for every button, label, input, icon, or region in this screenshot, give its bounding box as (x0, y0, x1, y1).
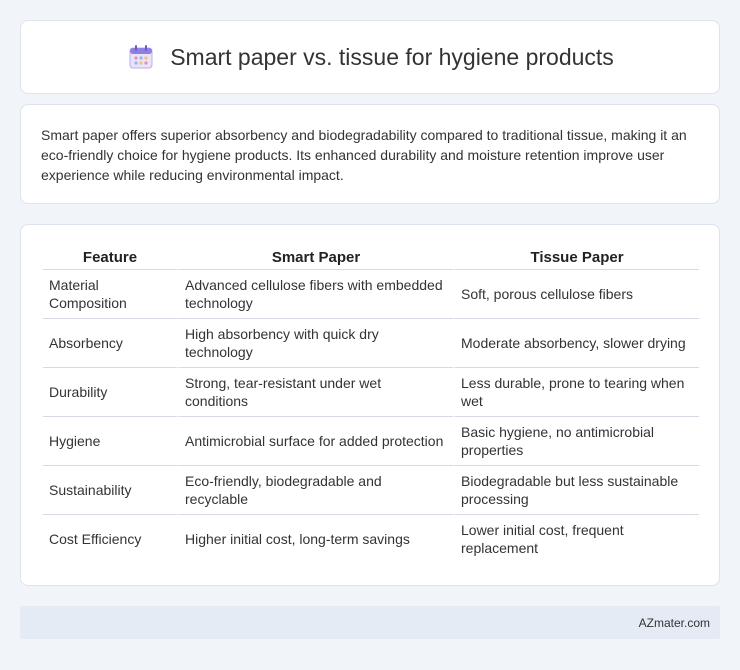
tissue-paper-cell: Less durable, prone to tearing when wet (453, 367, 699, 416)
feature-cell: Sustainability (43, 465, 177, 514)
title-card: Smart paper vs. tissue for hygiene produ… (20, 20, 720, 94)
footer-site-link[interactable]: AZmater.com (639, 616, 710, 630)
table-row: Material Composition Advanced cellulose … (43, 269, 699, 318)
table-row: Cost Efficiency Higher initial cost, lon… (43, 514, 699, 563)
table-row: Durability Strong, tear-resistant under … (43, 367, 699, 416)
footer: AZmater.com (20, 606, 720, 639)
smart-paper-cell: Antimicrobial surface for added protecti… (177, 416, 453, 465)
feature-cell: Material Composition (43, 269, 177, 318)
tissue-paper-cell: Biodegradable but less sustainable proce… (453, 465, 699, 514)
table-row: Hygiene Antimicrobial surface for added … (43, 416, 699, 465)
comparison-table: Feature Smart Paper Tissue Paper Materia… (43, 243, 699, 563)
header-feature: Feature (82, 249, 138, 266)
summary-card: Smart paper offers superior absorbency a… (20, 104, 720, 204)
smart-paper-cell: Strong, tear-resistant under wet conditi… (177, 367, 453, 416)
table-header-row: Feature Smart Paper Tissue Paper (43, 243, 699, 269)
tissue-paper-cell: Lower initial cost, frequent replacement (453, 514, 699, 563)
smart-paper-cell: High absorbency with quick dry technolog… (177, 318, 453, 367)
feature-cell: Hygiene (43, 416, 177, 465)
tissue-paper-cell: Soft, porous cellulose fibers (453, 269, 699, 318)
comparison-card: Feature Smart Paper Tissue Paper Materia… (20, 224, 720, 586)
feature-cell: Durability (43, 367, 177, 416)
table-row: Sustainability Eco-friendly, biodegradab… (43, 465, 699, 514)
table-row: Absorbency High absorbency with quick dr… (43, 318, 699, 367)
feature-cell: Absorbency (43, 318, 177, 367)
tissue-paper-cell: Basic hygiene, no antimicrobial properti… (453, 416, 699, 465)
smart-paper-cell: Eco-friendly, biodegradable and recyclab… (177, 465, 453, 514)
calendar-icon (126, 42, 156, 72)
tissue-paper-cell: Moderate absorbency, slower drying (453, 318, 699, 367)
title-wrap: Smart paper vs. tissue for hygiene produ… (126, 42, 614, 72)
summary-text: Smart paper offers superior absorbency a… (41, 127, 687, 183)
smart-paper-cell: Higher initial cost, long-term savings (177, 514, 453, 563)
page-title: Smart paper vs. tissue for hygiene produ… (170, 43, 614, 70)
feature-cell: Cost Efficiency (43, 514, 177, 563)
smart-paper-cell: Advanced cellulose fibers with embedded … (177, 269, 453, 318)
header-tissue-paper: Tissue Paper (453, 243, 699, 269)
header-smart-paper: Smart Paper (177, 243, 453, 269)
